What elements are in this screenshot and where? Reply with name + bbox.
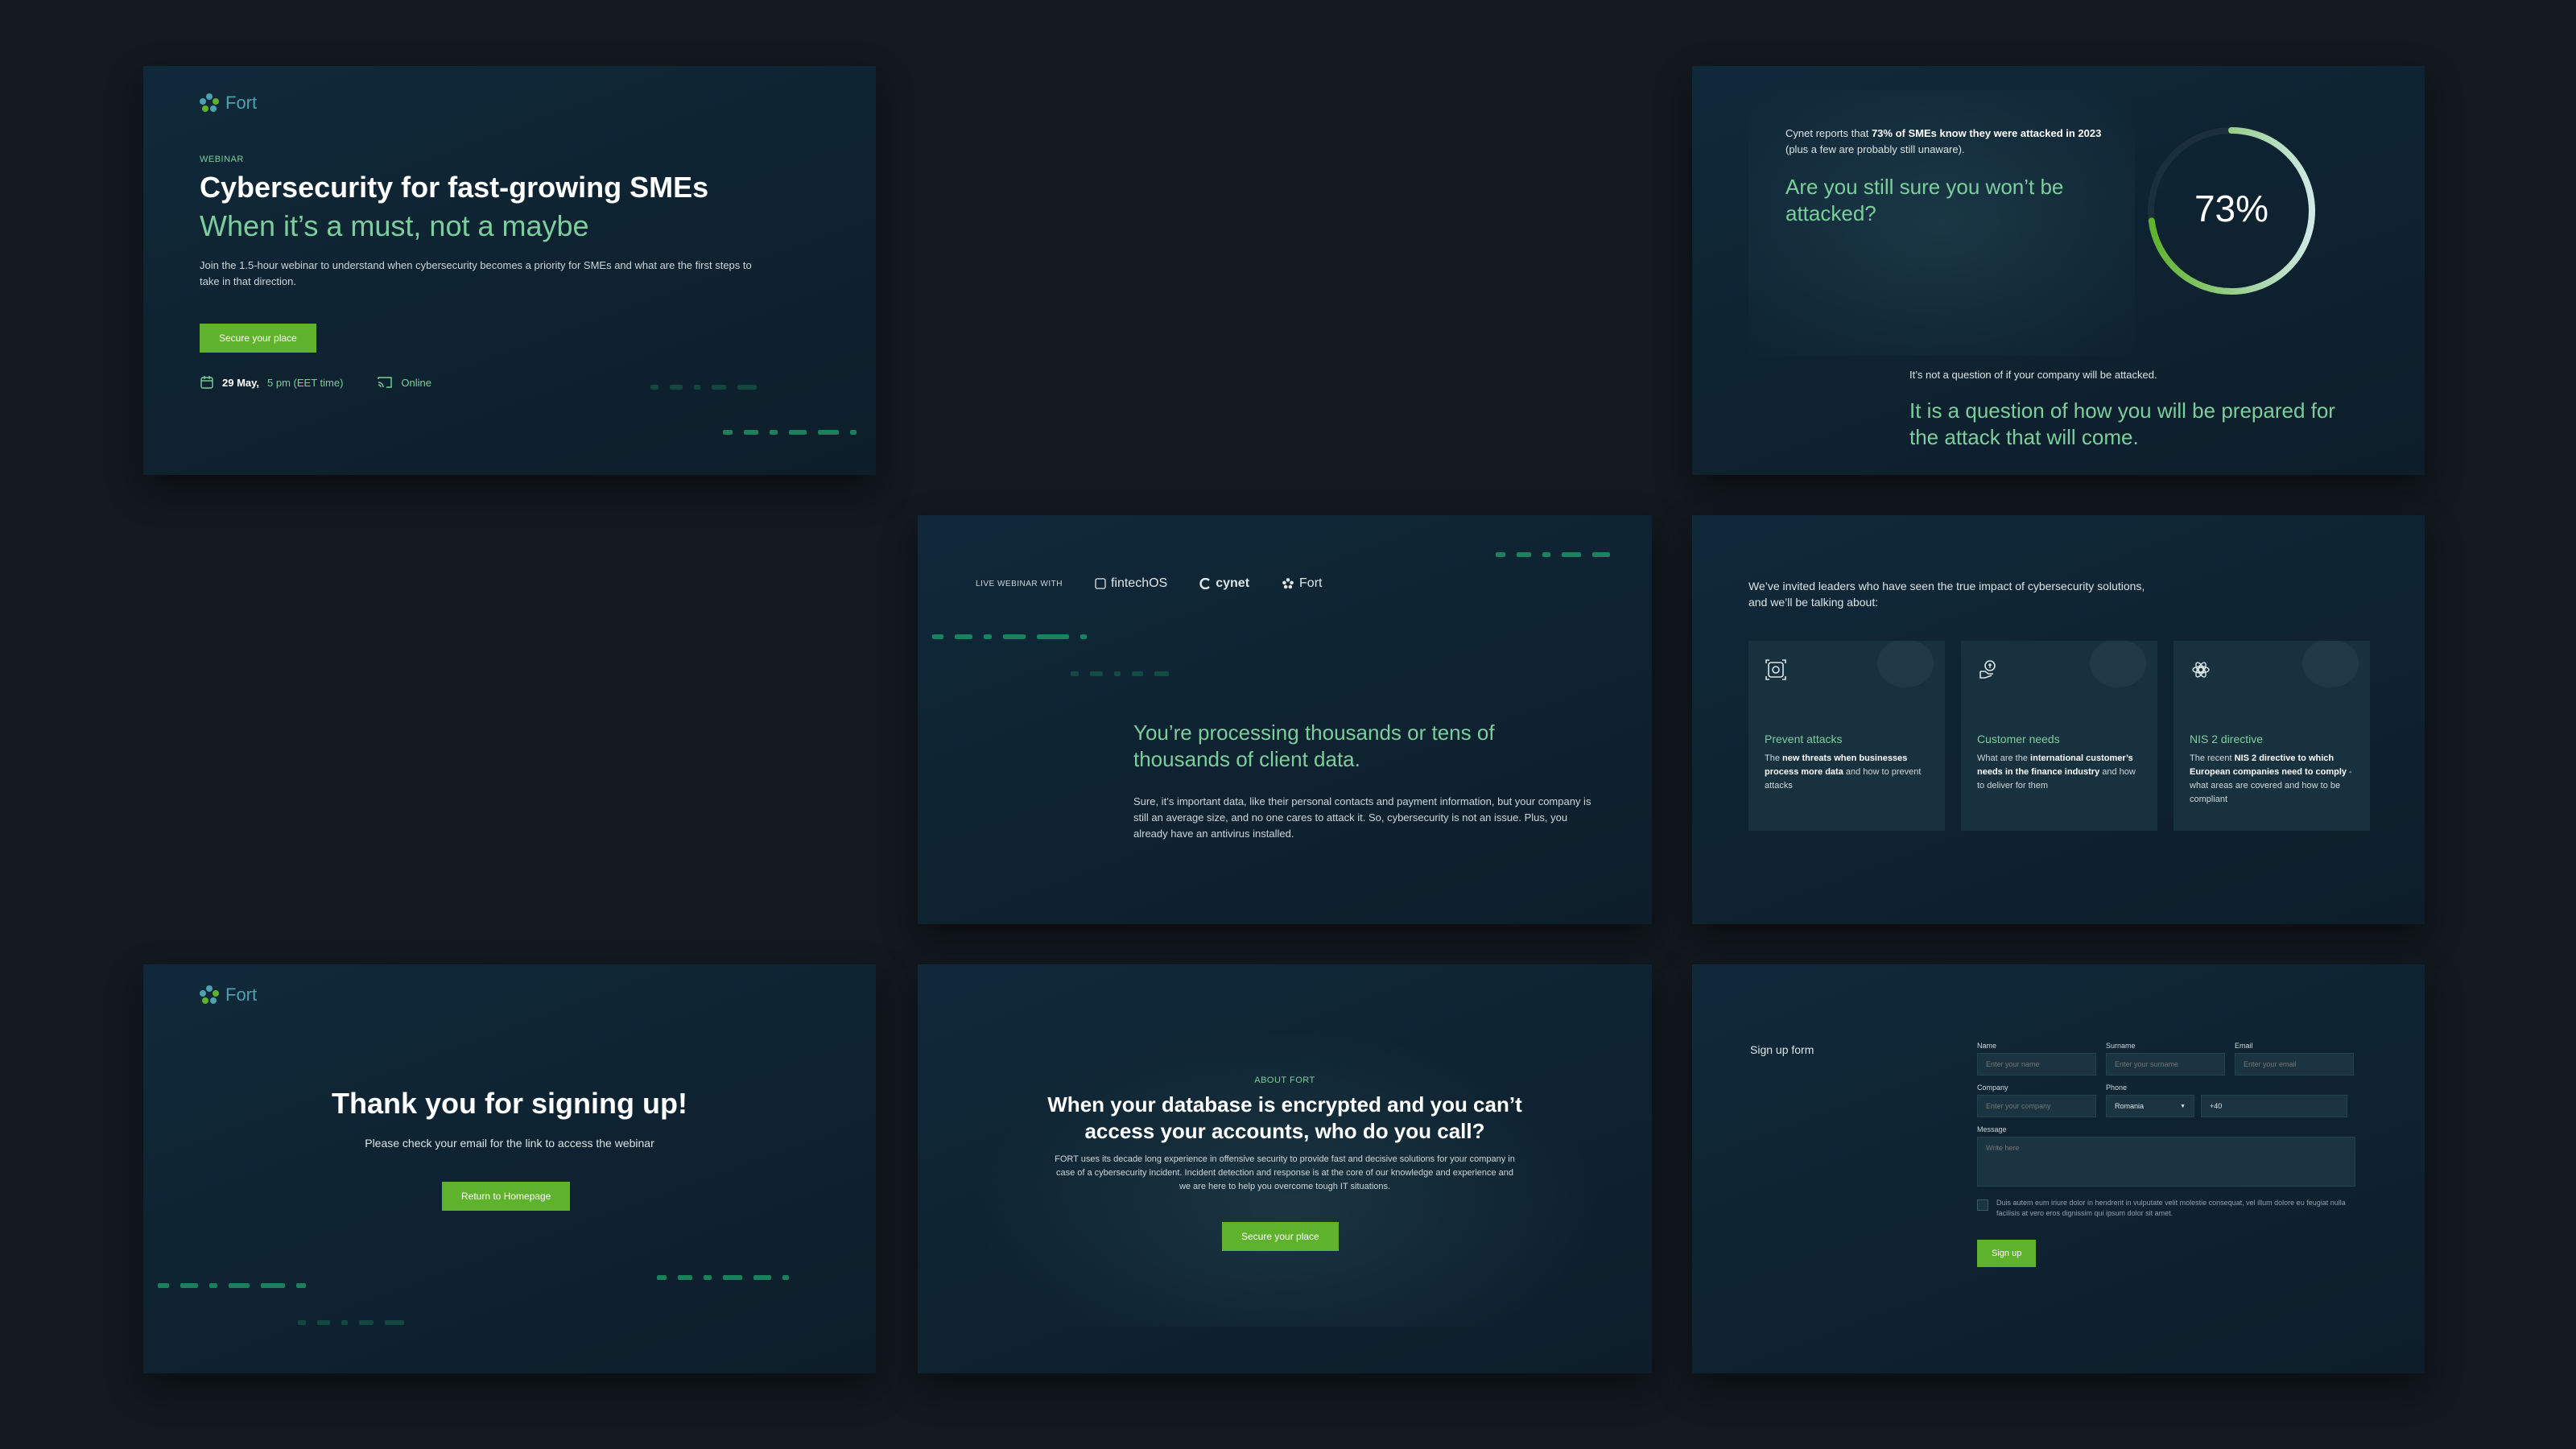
hero-subtitle: When it’s a must, not a maybe: [200, 209, 589, 242]
company-field[interactable]: [1977, 1095, 2096, 1117]
signup-form-card: Sign up form Name Surname Email Company …: [1692, 964, 2425, 1373]
topic-card-customer-needs: Customer needs What are the internationa…: [1961, 641, 2157, 831]
stats-card: Cynet reports that 73% of SMEs know they…: [1692, 66, 2425, 475]
stats-note: It’s not a question of if your company w…: [1909, 369, 2157, 381]
partners-card: LIVE WEBINAR WITH fintechOS cynet Fort Y…: [918, 515, 1652, 924]
fort-logo[interactable]: Fort: [198, 984, 257, 1006]
phone-field[interactable]: +40: [2201, 1095, 2347, 1117]
name-label: Name: [1977, 1042, 1997, 1050]
topic-text: The new threats when businesses process …: [1765, 753, 1922, 791]
topic-card-prevent-attacks: Prevent attacks The new threats when bus…: [1748, 641, 1945, 831]
decor-dashes: [657, 1275, 789, 1280]
signup-form: Name Surname Email Company Phone Romania…: [1977, 1042, 2355, 1267]
partners-headline: You’re processing thousands or tens of t…: [1133, 720, 1495, 771]
topic-title: Customer needs: [1977, 733, 2060, 745]
fort-logo-text: Fort: [225, 985, 258, 1005]
partners-label: LIVE WEBINAR WITH: [976, 579, 1063, 588]
surname-field[interactable]: [2106, 1053, 2225, 1075]
thank-you-subtitle: Please check your email for the link to …: [365, 1137, 654, 1150]
topic-text: What are the international customer’s ne…: [1977, 753, 2136, 791]
phone-label: Phone: [2106, 1084, 2128, 1092]
percentage-value: 73%: [2194, 188, 2269, 229]
stats-question: Are you still sure you won’t be attacked…: [1785, 175, 2064, 225]
cast-screen-icon: [378, 377, 393, 388]
decor-dashes: [158, 1283, 306, 1288]
email-field[interactable]: [2235, 1053, 2354, 1075]
about-tag: ABOUT FORT: [1254, 1075, 1315, 1085]
consent-checkbox[interactable]: [1977, 1199, 1988, 1211]
topics-card: We’ve invited leaders who have seen the …: [1692, 515, 2425, 924]
shield-target-icon: [1765, 659, 1786, 680]
fort-partner-logo[interactable]: Fort: [1282, 576, 1322, 591]
cynet-logo[interactable]: cynet: [1199, 576, 1249, 591]
thank-you-card: Fort Thank you for signing up! Please ch…: [143, 964, 876, 1373]
topic-text: The recent NIS 2 directive to which Euro…: [2190, 753, 2352, 804]
message-field[interactable]: [1977, 1137, 2355, 1187]
chevron-down-icon: ▼: [2180, 1103, 2186, 1109]
sign-up-button[interactable]: Sign up: [1977, 1240, 2037, 1267]
message-label: Message: [1977, 1125, 2007, 1133]
stats-statement: It is a question of how you will be prep…: [1909, 398, 2335, 449]
about-title: When your database is encrypted and you …: [1047, 1092, 1522, 1143]
cynet-mark-icon: [1199, 578, 1211, 589]
company-label: Company: [1977, 1084, 2008, 1092]
consent-text: Duis autem eum iriure dolor in hendrerit…: [1996, 1199, 2346, 1217]
secure-place-button[interactable]: Secure your place: [200, 324, 316, 353]
decor-dashes: [932, 634, 1087, 639]
hand-coin-icon: [1979, 660, 1996, 679]
calendar-icon: [200, 376, 213, 389]
stats-lead: Cynet reports that 73% of SMEs know they…: [1785, 127, 2102, 155]
hero-title: Cybersecurity for fast-growing SMEs: [200, 171, 709, 204]
return-homepage-button[interactable]: Return to Homepage: [442, 1182, 571, 1211]
decor-dashes: [1071, 671, 1169, 676]
form-title: Sign up form: [1750, 1043, 1814, 1056]
hero-description: Join the 1.5-hour webinar to understand …: [200, 259, 752, 287]
decor-dashes: [298, 1320, 404, 1325]
about-body: FORT uses its decade long experience in …: [1055, 1154, 1515, 1191]
secure-place-button[interactable]: Secure your place: [1222, 1222, 1339, 1251]
decor-dashes: [650, 385, 757, 390]
webinar-tag: WEBINAR: [200, 155, 244, 164]
fintechos-logo[interactable]: fintechOS: [1095, 576, 1167, 591]
partners-body: Sure, it’s important data, like their pe…: [1133, 795, 1591, 840]
fintechos-mark-icon: [1095, 578, 1106, 589]
topic-title: NIS 2 directive: [2190, 733, 2264, 745]
decor-dashes: [723, 430, 857, 435]
name-field[interactable]: [1977, 1053, 2096, 1075]
country-select[interactable]: Romania ▼: [2106, 1095, 2194, 1117]
fort-mark-icon: [1282, 578, 1294, 589]
event-meta: 29 May, 5 pm (EET time) Online: [200, 375, 431, 390]
event-date: 29 May,: [222, 376, 260, 389]
topic-card-nis2-directive: NIS 2 directive The recent NIS 2 directi…: [2174, 641, 2370, 831]
decor-dashes: [1496, 552, 1610, 557]
hero-card: Fort WEBINAR Cybersecurity for fast-grow…: [143, 66, 876, 475]
email-label: Email: [2235, 1042, 2253, 1050]
fort-logo-icon: [200, 93, 219, 112]
event-location: Online: [401, 376, 431, 389]
topic-title: Prevent attacks: [1765, 733, 1843, 745]
thank-you-title: Thank you for signing up!: [332, 1087, 687, 1120]
event-time: 5 pm (EET time): [267, 376, 344, 389]
about-card: ABOUT FORT When your database is encrypt…: [918, 964, 1652, 1373]
fort-logo[interactable]: Fort: [198, 92, 257, 114]
surname-label: Surname: [2106, 1042, 2136, 1050]
topics-intro: We’ve invited leaders who have seen the …: [1748, 580, 2145, 609]
partner-logos: LIVE WEBINAR WITH fintechOS cynet Fort: [976, 576, 1322, 591]
atom-gear-icon: [2192, 662, 2210, 678]
topic-list: Prevent attacks The new threats when bus…: [1748, 641, 2370, 831]
fort-logo-text: Fort: [225, 93, 258, 113]
fort-logo-icon: [200, 985, 219, 1004]
